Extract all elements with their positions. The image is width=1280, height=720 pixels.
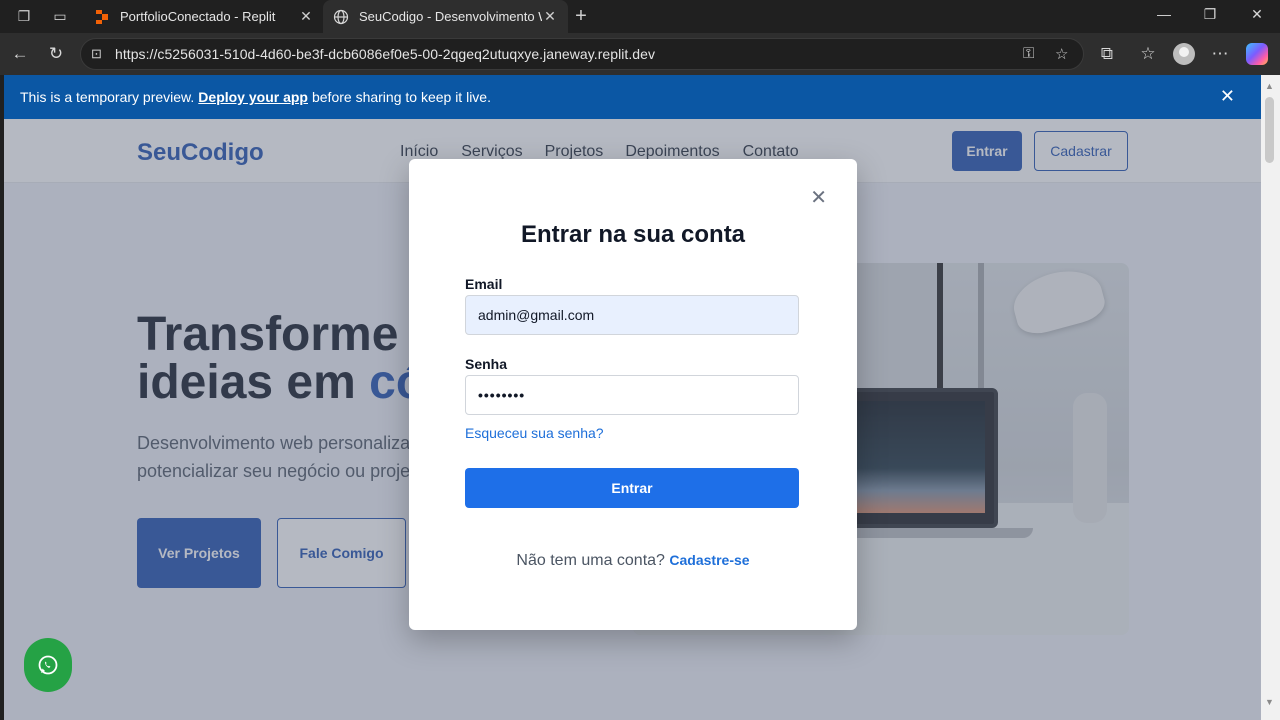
whatsapp-button[interactable] bbox=[24, 638, 72, 692]
email-field[interactable]: admin@gmail.com bbox=[465, 295, 799, 335]
password-key-icon[interactable]: ⚿ bbox=[1023, 45, 1034, 62]
close-tab-icon[interactable]: ✕ bbox=[542, 8, 558, 25]
site-info-icon[interactable]: ⊡ bbox=[91, 46, 107, 62]
scroll-thumb[interactable] bbox=[1265, 97, 1274, 163]
password-field[interactable]: •••••••• bbox=[465, 375, 799, 415]
signup-prompt: Não tem uma conta? Cadastre-se bbox=[409, 552, 857, 570]
address-bar[interactable]: ⊡ https://c5256031-510d-4d60-be3f-dcb608… bbox=[80, 38, 1084, 70]
tab-strip: ❐ ▭ PortfolioConectado - Replit ✕ SeuCod… bbox=[0, 0, 1280, 33]
new-tab-icon[interactable]: + bbox=[570, 5, 592, 28]
scroll-down-icon[interactable]: ▼ bbox=[1265, 697, 1274, 707]
copilot-icon[interactable] bbox=[1246, 43, 1268, 65]
tab-replit[interactable]: PortfolioConectado - Replit ✕ bbox=[84, 0, 324, 33]
signup-prompt-text: Não tem uma conta? bbox=[516, 552, 665, 569]
tab-title: PortfolioConectado - Replit bbox=[120, 9, 276, 24]
extensions-icon[interactable]: ⧉ bbox=[1096, 43, 1118, 65]
vertical-tabs-icon[interactable]: ▭ bbox=[50, 6, 70, 26]
workspaces-icon[interactable]: ❐ bbox=[14, 6, 34, 26]
submit-login-button[interactable]: Entrar bbox=[465, 468, 799, 508]
tab-title: SeuCodigo - Desenvolvimento We bbox=[359, 9, 542, 24]
profile-avatar[interactable] bbox=[1173, 43, 1195, 65]
browser-window: ❐ ▭ PortfolioConectado - Replit ✕ SeuCod… bbox=[0, 0, 1280, 720]
page-viewport: This is a temporary preview. Deploy your… bbox=[4, 75, 1261, 720]
minimize-icon[interactable]: — bbox=[1154, 6, 1174, 22]
scroll-up-icon[interactable]: ▲ bbox=[1265, 81, 1274, 91]
forgot-password-link[interactable]: Esqueceu sua senha? bbox=[465, 425, 604, 441]
signup-link[interactable]: Cadastre-se bbox=[669, 552, 749, 568]
restore-icon[interactable]: ❐ bbox=[1200, 6, 1220, 23]
url-text[interactable]: https://c5256031-510d-4d60-be3f-dcb6086e… bbox=[115, 46, 655, 62]
replit-icon bbox=[94, 9, 110, 25]
more-menu-icon[interactable]: ⋯ bbox=[1209, 43, 1231, 65]
favorites-icon[interactable]: ☆ bbox=[1137, 43, 1159, 65]
back-icon[interactable]: ← bbox=[9, 43, 31, 65]
banner-text-after: before sharing to keep it live. bbox=[311, 89, 491, 105]
close-modal-icon[interactable]: ✕ bbox=[810, 185, 827, 210]
globe-icon bbox=[333, 9, 349, 25]
close-banner-icon[interactable]: ✕ bbox=[1220, 86, 1235, 107]
close-window-icon[interactable]: ✕ bbox=[1247, 6, 1267, 23]
close-tab-icon[interactable]: ✕ bbox=[298, 8, 314, 25]
refresh-icon[interactable]: ↻ bbox=[45, 43, 67, 65]
modal-title: Entrar na sua conta bbox=[520, 221, 746, 248]
email-label: Email bbox=[465, 276, 503, 292]
favorite-star-icon[interactable]: ☆ bbox=[1055, 45, 1068, 63]
login-modal: ✕ Entrar na sua conta Email admin@gmail.… bbox=[409, 159, 857, 630]
password-label: Senha bbox=[465, 356, 508, 372]
browser-toolbar: ← ↻ ⊡ https://c5256031-510d-4d60-be3f-dc… bbox=[0, 33, 1280, 75]
tab-seucodigo[interactable]: SeuCodigo - Desenvolvimento We ✕ bbox=[323, 0, 568, 33]
whatsapp-icon bbox=[38, 655, 58, 675]
page-scrollbar[interactable]: ▲ ▼ bbox=[1261, 75, 1280, 720]
preview-banner: This is a temporary preview. Deploy your… bbox=[4, 75, 1261, 119]
deploy-link[interactable]: Deploy your app bbox=[198, 89, 308, 105]
banner-text: This is a temporary preview. bbox=[20, 89, 195, 105]
